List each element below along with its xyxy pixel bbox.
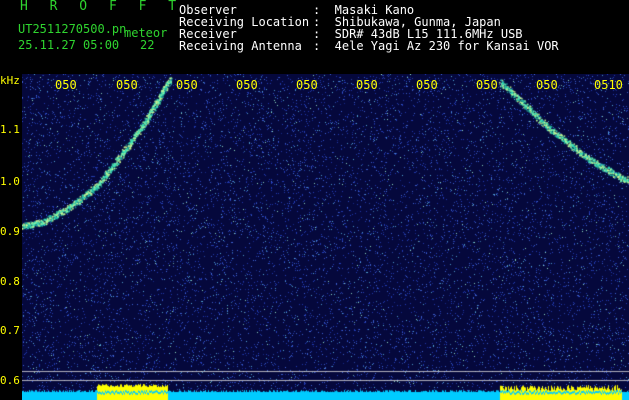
file-name: UT2511270500.pn [18, 22, 127, 36]
y-tick-label: 1.1 [0, 123, 20, 136]
x-tick-label: 050 [176, 78, 198, 92]
y-tick-label: 0.9 [0, 225, 20, 238]
y-tick-label: 0.6 [0, 374, 20, 387]
x-tick-label: 050 [476, 78, 498, 92]
antenna-value: : 4ele Yagi Az 230 for Kansai VOR [313, 39, 559, 53]
x-tick-label: 050 [236, 78, 258, 92]
spectrogram-panel [22, 74, 629, 400]
y-unit-label: kHz [0, 74, 20, 87]
antenna-label: Receiving Antenna [179, 39, 302, 53]
date-time: 25.11.27 05:00 [18, 38, 120, 52]
x-tick-label: 050 [356, 78, 378, 92]
y-tick-label: 0.7 [0, 324, 20, 337]
x-tick-label: 050 [536, 78, 558, 92]
y-tick-label: 0.8 [0, 275, 20, 288]
x-tick-label: 050 [55, 78, 77, 92]
spectrogram-canvas [22, 74, 629, 400]
y-tick-label: 1.0 [0, 175, 20, 188]
x-tick-label: 050 [416, 78, 438, 92]
meteor-count: 22 [140, 38, 155, 52]
x-tick-label: 050 [116, 78, 138, 92]
app-title: H R O F F T [20, 0, 184, 14]
x-tick-label: 050 [296, 78, 318, 92]
header: H R O F F T UT2511270500.pn meteor 25.11… [0, 0, 629, 74]
x-tick-label: 0510 [594, 78, 623, 92]
